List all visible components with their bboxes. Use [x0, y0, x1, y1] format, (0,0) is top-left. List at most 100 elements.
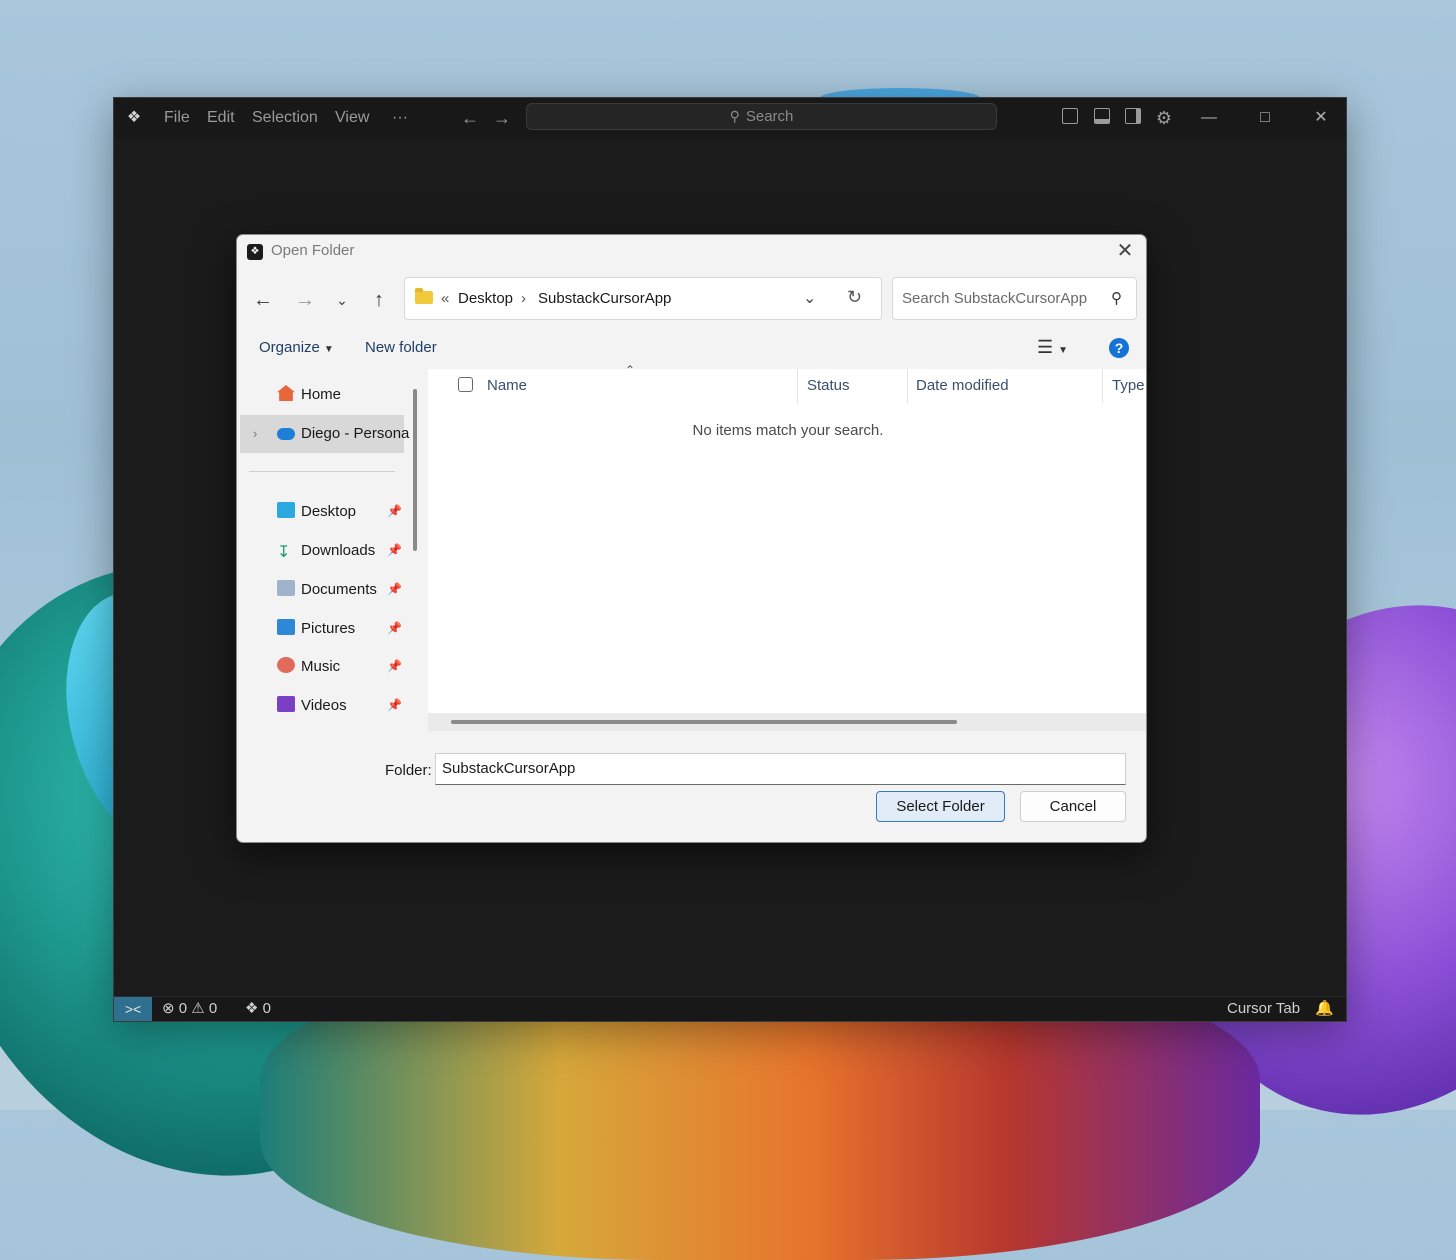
- toggle-secondary-sidebar-icon[interactable]: [1125, 108, 1141, 124]
- select-folder-button[interactable]: Select Folder: [876, 791, 1005, 822]
- title-bar: ❖ File Edit Selection View ··· ← → ⚲ Sear…: [114, 98, 1346, 138]
- ports-status[interactable]: ❖ 0: [245, 997, 271, 1021]
- menu-view[interactable]: View: [335, 98, 369, 138]
- close-window-button[interactable]: ✕: [1298, 98, 1344, 138]
- caret-down-icon: ▼: [323, 344, 334, 355]
- folder-search-input[interactable]: Search SubstackCursorApp ⚲: [892, 277, 1137, 320]
- folder-name-input[interactable]: SubstackCursorApp: [435, 753, 1126, 785]
- nav-label: Pictures: [301, 620, 356, 637]
- bell-icon[interactable]: 🔔: [1315, 997, 1334, 1021]
- more-menu-button[interactable]: ···: [392, 98, 408, 138]
- column-divider[interactable]: [907, 369, 908, 403]
- recent-locations-chevron-down-icon[interactable]: ⌄: [329, 288, 355, 312]
- nav-label: Home: [301, 386, 342, 403]
- file-list: ⌃ Name Status Date modified Type No item…: [428, 363, 1146, 713]
- breadcrumb-overflow[interactable]: «: [441, 290, 449, 307]
- column-divider[interactable]: [1102, 369, 1103, 403]
- nav-item-documents[interactable]: Documents: [277, 578, 377, 602]
- column-status[interactable]: Status: [807, 377, 850, 394]
- breadcrumb-separator: ›: [521, 290, 526, 307]
- menu-edit[interactable]: Edit: [207, 98, 235, 138]
- caret-down-icon: ▼: [1058, 345, 1069, 356]
- breadcrumb-desktop[interactable]: Desktop: [458, 290, 513, 307]
- cursor-tab-status[interactable]: Cursor Tab: [1227, 997, 1300, 1021]
- nav-item-downloads[interactable]: ↧ Downloads: [277, 539, 375, 563]
- pin-icon[interactable]: 📌: [387, 698, 402, 712]
- pin-icon[interactable]: 📌: [387, 582, 402, 596]
- home-icon: [277, 385, 295, 401]
- nav-divider: [249, 471, 395, 472]
- ports-count: 0: [262, 1000, 271, 1017]
- error-count: 0: [178, 1000, 188, 1017]
- cloud-icon: [277, 428, 295, 440]
- pictures-icon: [277, 619, 295, 635]
- search-icon: ⚲: [729, 108, 740, 124]
- nav-label: Downloads: [301, 542, 376, 559]
- new-folder-button[interactable]: New folder: [365, 339, 437, 356]
- pin-icon[interactable]: 📌: [387, 659, 402, 673]
- column-divider[interactable]: [797, 369, 798, 403]
- status-bar: >< ⊗ 0 ⚠ 0 ❖ 0 Cursor Tab 🔔: [114, 996, 1346, 1021]
- nav-scrollbar[interactable]: [413, 389, 417, 551]
- horizontal-scrollbar[interactable]: [451, 720, 957, 724]
- column-type[interactable]: Type: [1112, 377, 1145, 394]
- address-bar[interactable]: « Desktop › SubstackCursorApp ⌄ ↻: [404, 277, 882, 320]
- nav-label: Documents: [301, 581, 377, 598]
- pin-icon[interactable]: 📌: [387, 504, 402, 518]
- problems-status[interactable]: ⊗ 0 ⚠ 0: [162, 997, 217, 1021]
- menu-selection[interactable]: Selection: [252, 98, 318, 138]
- nav-item-videos[interactable]: Videos: [277, 694, 347, 718]
- organize-label: Organize: [259, 339, 320, 356]
- search-placeholder: Search: [745, 108, 794, 125]
- pin-icon[interactable]: 📌: [387, 621, 402, 635]
- forward-arrow-icon[interactable]: →: [491, 108, 513, 128]
- help-label: ?: [1114, 340, 1124, 356]
- nav-item-home[interactable]: Home: [277, 383, 341, 407]
- toggle-primary-sidebar-icon[interactable]: [1062, 108, 1078, 124]
- remote-indicator-button[interactable]: ><: [114, 997, 152, 1021]
- empty-message: No items match your search.: [692, 422, 884, 439]
- documents-icon: [277, 580, 295, 596]
- nav-label: Diego - Persona: [301, 425, 410, 442]
- error-icon: ⊗: [162, 1000, 175, 1017]
- broadcast-icon: ❖: [245, 1000, 259, 1017]
- sort-ascending-icon: ⌃: [625, 363, 636, 377]
- download-icon: ↧: [277, 544, 291, 561]
- cancel-button[interactable]: Cancel: [1020, 791, 1126, 822]
- command-search[interactable]: ⚲ Search: [526, 103, 997, 130]
- breadcrumb-current[interactable]: SubstackCursorApp: [538, 290, 671, 307]
- help-icon[interactable]: ?: [1109, 338, 1129, 358]
- organize-button[interactable]: Organize ▼: [259, 339, 334, 356]
- nav-item-music[interactable]: Music: [277, 655, 340, 679]
- dialog-toolbar: Organize ▼ New folder ☰ ▼: [237, 331, 1146, 365]
- music-icon: [277, 657, 295, 673]
- column-date-modified[interactable]: Date modified: [916, 377, 1009, 394]
- maximize-button[interactable]: □: [1242, 98, 1288, 138]
- nav-item-onedrive[interactable]: Diego - Persona: [277, 422, 409, 446]
- nav-label: Desktop: [301, 503, 357, 520]
- expand-chevron-icon[interactable]: ›: [253, 422, 257, 446]
- select-all-checkbox[interactable]: [458, 377, 473, 392]
- toggle-panel-icon[interactable]: [1094, 108, 1110, 124]
- minimize-button[interactable]: —: [1186, 98, 1232, 138]
- up-button[interactable]: ↑: [366, 288, 392, 312]
- warning-icon: ⚠: [191, 1000, 205, 1017]
- back-button[interactable]: ←: [250, 288, 276, 312]
- view-options-icon[interactable]: ☰ ▼: [1037, 337, 1068, 358]
- gear-icon[interactable]: ⚙: [1153, 108, 1175, 128]
- dialog-title: Open Folder: [271, 242, 355, 259]
- menu-file[interactable]: File: [164, 98, 190, 138]
- cursor-app-icon: ❖: [247, 244, 263, 260]
- address-chevron-down-icon[interactable]: ⌄: [803, 288, 816, 308]
- search-icon: ⚲: [1111, 290, 1122, 307]
- nav-item-pictures[interactable]: Pictures: [277, 617, 355, 641]
- desktop-icon: [277, 502, 295, 518]
- forward-button[interactable]: →: [292, 288, 318, 312]
- back-arrow-icon[interactable]: ←: [459, 108, 481, 128]
- pin-icon[interactable]: 📌: [387, 543, 402, 557]
- nav-label: Videos: [301, 697, 347, 714]
- close-icon[interactable]: ✕: [1114, 239, 1136, 263]
- nav-item-desktop[interactable]: Desktop: [277, 500, 356, 524]
- refresh-icon[interactable]: ↻: [847, 287, 862, 308]
- column-name[interactable]: Name: [487, 377, 527, 394]
